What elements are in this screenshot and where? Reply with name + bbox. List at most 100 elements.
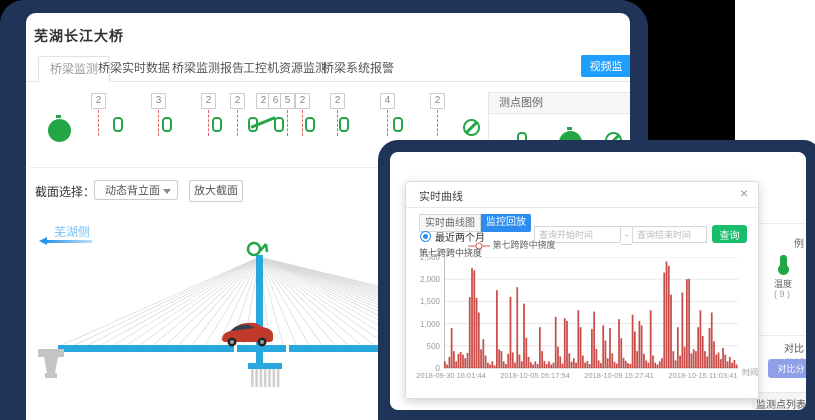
- radio-dot: [423, 234, 428, 239]
- chart-bar: [584, 363, 586, 368]
- tab-monitor-playback[interactable]: 监控回放: [481, 214, 531, 232]
- chart-bar: [534, 361, 536, 368]
- curve-window: 例 温度 ( 9 ) 对比分析 对比分析 监测点列表 实时曲线 × 实时曲线图 …: [378, 140, 815, 420]
- sensor-dash-line: [98, 110, 99, 136]
- main-tab-2[interactable]: 桥梁监测报告: [172, 56, 244, 80]
- chain-sensor-icon[interactable]: [162, 117, 172, 132]
- chart-bar: [541, 351, 543, 368]
- last-two-months-radio[interactable]: [420, 231, 431, 242]
- chart-bar: [702, 336, 704, 368]
- chart-bar: [706, 356, 708, 368]
- sensor-count-badge: 3: [151, 93, 166, 109]
- chart-bar: [521, 361, 523, 368]
- chart-bar: [523, 304, 525, 368]
- chart-bar: [596, 349, 598, 368]
- chain-sensor-icon[interactable]: [305, 117, 315, 132]
- chart-bar: [449, 357, 451, 368]
- chart-bar: [507, 354, 509, 368]
- chart-bar: [704, 351, 706, 368]
- chain-sensor-icon[interactable]: [393, 117, 403, 132]
- sensor-dash-line: [387, 110, 388, 136]
- query-end-time-input[interactable]: [632, 226, 707, 243]
- chart-bar: [713, 341, 715, 368]
- chart-bar: [643, 354, 645, 368]
- bridge-side-label: 芜湖侧: [54, 223, 90, 240]
- chart-bar: [650, 310, 652, 368]
- main-tab-3[interactable]: 工控机资源监测: [243, 56, 327, 80]
- chart-bar: [634, 332, 636, 368]
- chart-bar: [553, 363, 555, 368]
- thermometer-icon: [780, 255, 787, 267]
- background-white-patch: [735, 0, 815, 146]
- chart-bar: [681, 293, 683, 368]
- x-tick-label: 2018-10-09 15:27:41: [577, 371, 661, 380]
- chart-bar: [503, 361, 505, 368]
- chart-bar: [638, 321, 640, 368]
- sensor-count-badge: 2: [295, 93, 310, 109]
- x-tick-label: 2018-09-30 16:01:44: [409, 371, 493, 380]
- sensor-count-badge: 2: [430, 93, 445, 109]
- section-select-dropdown[interactable]: 动态背立面: [94, 180, 178, 200]
- chart-bar: [654, 363, 656, 368]
- chart-bar: [446, 364, 448, 368]
- compare-analysis-button[interactable]: 对比分析: [768, 359, 806, 378]
- y-tick-label: 1,000: [406, 320, 440, 329]
- sensor-count-badge: 2: [230, 93, 245, 109]
- section-select-value: 动态背立面: [105, 185, 160, 197]
- chart-bar: [496, 290, 498, 368]
- chart-bar: [482, 339, 484, 368]
- deflection-chart: [444, 257, 738, 369]
- chain-sensor-icon[interactable]: [339, 117, 349, 132]
- query-button[interactable]: 查询: [712, 225, 747, 243]
- video-monitor-button[interactable]: 视频监控: [581, 55, 630, 77]
- chart-bar: [514, 363, 516, 368]
- chart-bar: [485, 356, 487, 368]
- chart-bar: [582, 356, 584, 368]
- car: [222, 323, 273, 347]
- sensor-count-badge: 2: [91, 93, 106, 109]
- chart-bar: [455, 361, 457, 368]
- chart-bar: [661, 358, 663, 368]
- deck-joint: [234, 345, 237, 352]
- range-separator: -: [621, 226, 632, 245]
- chart-bar: [591, 329, 593, 368]
- chart-bar: [645, 360, 647, 368]
- sensor-count-badge: 5: [280, 93, 295, 109]
- chart-bar: [555, 317, 557, 368]
- chain-sensor-icon[interactable]: [212, 117, 222, 132]
- deck-joint: [286, 345, 289, 352]
- enlarge-section-button[interactable]: 放大截面: [189, 180, 243, 202]
- chart-bar: [548, 361, 550, 368]
- chart-bar: [501, 351, 503, 368]
- disabled-sensor-icon[interactable]: [463, 119, 480, 136]
- chart-bar: [451, 328, 453, 368]
- pier-piles: [251, 369, 279, 387]
- chart-bar: [462, 355, 464, 368]
- chart-bar: [652, 356, 654, 368]
- chart-bar: [546, 364, 548, 368]
- chart-bar: [528, 357, 530, 368]
- main-tab-1[interactable]: 桥梁实时数据: [98, 56, 170, 80]
- sensor-dash-line: [237, 110, 238, 136]
- chart-bar: [491, 361, 493, 368]
- chart-bar: [467, 353, 469, 368]
- close-icon[interactable]: ×: [740, 185, 748, 201]
- chart-bar: [663, 273, 665, 368]
- chart-bar: [498, 349, 500, 368]
- chart-bar: [586, 361, 588, 368]
- chart-bar: [444, 361, 446, 368]
- legend-panel-title: 测点图例: [489, 93, 630, 114]
- chain-sensor-icon[interactable]: [113, 117, 123, 132]
- modal-title: 实时曲线: [419, 188, 463, 204]
- chart-bar: [566, 321, 568, 368]
- chart-bar: [510, 297, 512, 368]
- chart-bar: [722, 348, 724, 368]
- chart-bar: [616, 364, 618, 368]
- chart-bar: [512, 352, 514, 368]
- chart-bar: [724, 355, 726, 368]
- chart-bar: [731, 363, 733, 368]
- stopwatch-sensor-icon[interactable]: [48, 119, 71, 142]
- main-tab-4[interactable]: 桥梁系统报警: [322, 56, 394, 80]
- chart-bar: [562, 364, 564, 368]
- chain-sensor-icon[interactable]: [274, 117, 284, 132]
